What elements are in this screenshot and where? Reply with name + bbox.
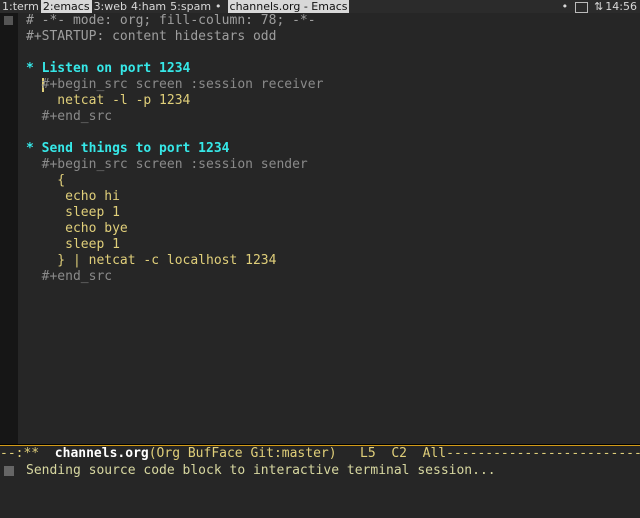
code-line: netcat -l -p 1234 (26, 93, 191, 108)
top-panel: 1:term 2:emacs 3:web 4:ham 5:spam • channels.o… (0, 0, 640, 13)
src-begin-receiver: #+begin_src screen :session receiver (26, 77, 324, 92)
code-line: } | netcat -c localhost 1234 (26, 253, 277, 268)
modeline-buffer-name[interactable]: channels.org (55, 446, 149, 461)
workspace-5[interactable]: 5:spam (168, 0, 213, 13)
org-heading-send[interactable]: * Send things to port 1234 (26, 141, 230, 157)
buffer-line: #+STARTUP: content hidestars odd (26, 29, 277, 44)
editor-buffer[interactable]: # -*- mode: org; fill-column: 78; -*- #+… (26, 13, 636, 444)
src-end: #+end_src (26, 109, 113, 124)
workspace-2[interactable]: 2:emacs (40, 0, 92, 13)
modeline-status: --:** (0, 446, 55, 461)
modeline-position: L5 C2 All (336, 446, 447, 461)
system-tray: • ⇅ 14:56 (561, 0, 638, 13)
code-line: sleep 1 (26, 237, 120, 252)
minibuffer-marker (4, 466, 14, 476)
buffer-line: #+begin_src screen :session receiver (26, 77, 324, 93)
code-line: echo hi (26, 189, 120, 204)
network-icon[interactable]: ⇅ (593, 0, 604, 13)
code-line: sleep 1 (26, 205, 120, 220)
workspace-1[interactable]: 1:term (0, 0, 41, 13)
clock: 14:56 (605, 0, 637, 13)
separator-dot-right: • (561, 0, 569, 13)
window-title[interactable]: channels.org - Emacs (227, 0, 350, 13)
workspace-4[interactable]: 4:ham (129, 0, 168, 13)
left-fringe (0, 13, 18, 444)
fringe-marker (4, 16, 13, 25)
src-end: #+end_src (26, 269, 113, 284)
window-box-icon[interactable] (574, 1, 588, 13)
code-line: { (26, 173, 66, 188)
org-heading-listen[interactable]: * Listen on port 1234 (26, 61, 190, 77)
buffer-line: # -*- mode: org; fill-column: 78; -*- (26, 13, 316, 28)
separator-dot: • (215, 0, 222, 13)
workspace-3[interactable]: 3:web (92, 0, 129, 13)
minibuffer[interactable]: Sending source code block to interactive… (0, 461, 640, 480)
src-begin-sender: #+begin_src screen :session sender (26, 157, 308, 172)
code-line: echo bye (26, 221, 128, 236)
minibuffer-message: Sending source code block to interactive… (26, 463, 496, 478)
modeline-modes[interactable]: (Org BufFace Git:master) (149, 446, 337, 461)
mode-line: --:** channels.org(Org BufFace Git:maste… (0, 444, 640, 461)
mode-line-content: --:** channels.org(Org BufFace Git:maste… (0, 446, 640, 461)
modeline-filler: ----------------------------------------… (446, 446, 640, 461)
